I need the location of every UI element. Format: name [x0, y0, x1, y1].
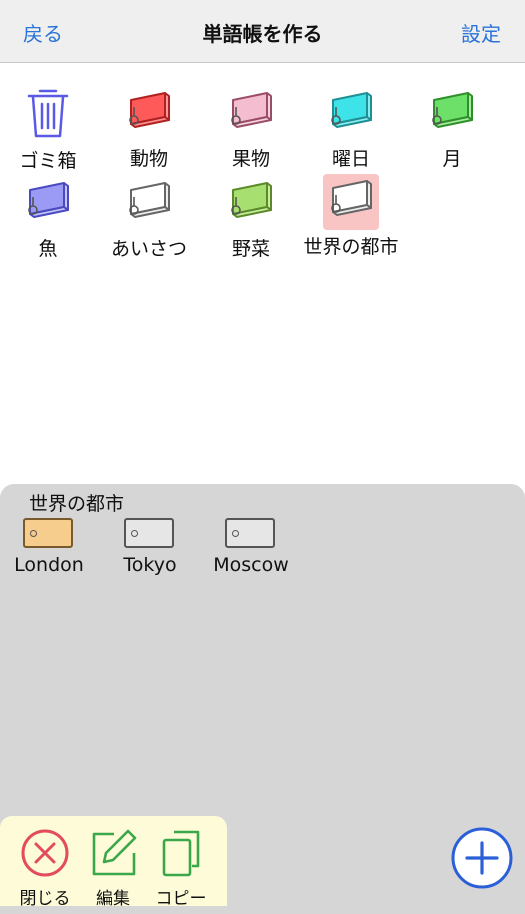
wordbook-icon [121, 86, 177, 142]
edit-label: 編集 [96, 889, 130, 909]
word-card[interactable]: Moscow [201, 484, 301, 576]
wordbook-item[interactable]: あいさつ [99, 176, 199, 266]
add-button[interactable] [450, 826, 514, 890]
copy-label: コピー [155, 889, 207, 909]
wordbook-icon [223, 86, 279, 142]
wordbook-icon [323, 86, 379, 142]
wordbook-icon [223, 176, 279, 232]
wordbook-item[interactable]: 月 [402, 86, 502, 176]
close-circle-icon [21, 829, 69, 877]
card-icon [124, 518, 174, 548]
wordbook-label: 月 [442, 148, 462, 170]
card-icon [225, 518, 275, 548]
wordbook-icon [424, 86, 480, 142]
edit-button[interactable]: 編集 [78, 828, 148, 909]
plus-circle-icon [451, 827, 513, 889]
wordbook-trash[interactable]: ゴミ箱 [0, 84, 98, 174]
card-label: Moscow [213, 554, 289, 576]
navigation-bar: 戻る 単語帳を作る 設定 [0, 0, 525, 63]
trash-icon [20, 84, 76, 140]
wordbook-icon [323, 174, 379, 230]
copy-button[interactable]: コピー [146, 828, 216, 909]
settings-button[interactable]: 設定 [461, 18, 501, 47]
page-title: 単語帳を作る [202, 22, 323, 46]
wordbook-item-selected[interactable]: 世界の都市 [301, 174, 401, 264]
close-label: 閉じる [19, 889, 71, 909]
copy-icon [162, 830, 200, 877]
close-button[interactable]: 閉じる [10, 828, 80, 909]
wordbook-icon [121, 176, 177, 232]
wordbook-item[interactable]: 動物 [99, 86, 199, 176]
edit-pencil-icon [92, 829, 137, 876]
word-card[interactable]: London [0, 484, 99, 576]
wordbook-label: 世界の都市 [303, 236, 399, 258]
word-card[interactable]: Tokyo [100, 484, 200, 576]
wordbook-item[interactable]: 魚 [0, 176, 98, 266]
wordbook-icon [20, 176, 76, 232]
wordbook-item[interactable]: 野菜 [201, 176, 301, 266]
wordbook-item[interactable]: 曜日 [301, 86, 401, 176]
wordbook-item[interactable]: 果物 [201, 86, 301, 176]
card-icon [23, 518, 73, 548]
